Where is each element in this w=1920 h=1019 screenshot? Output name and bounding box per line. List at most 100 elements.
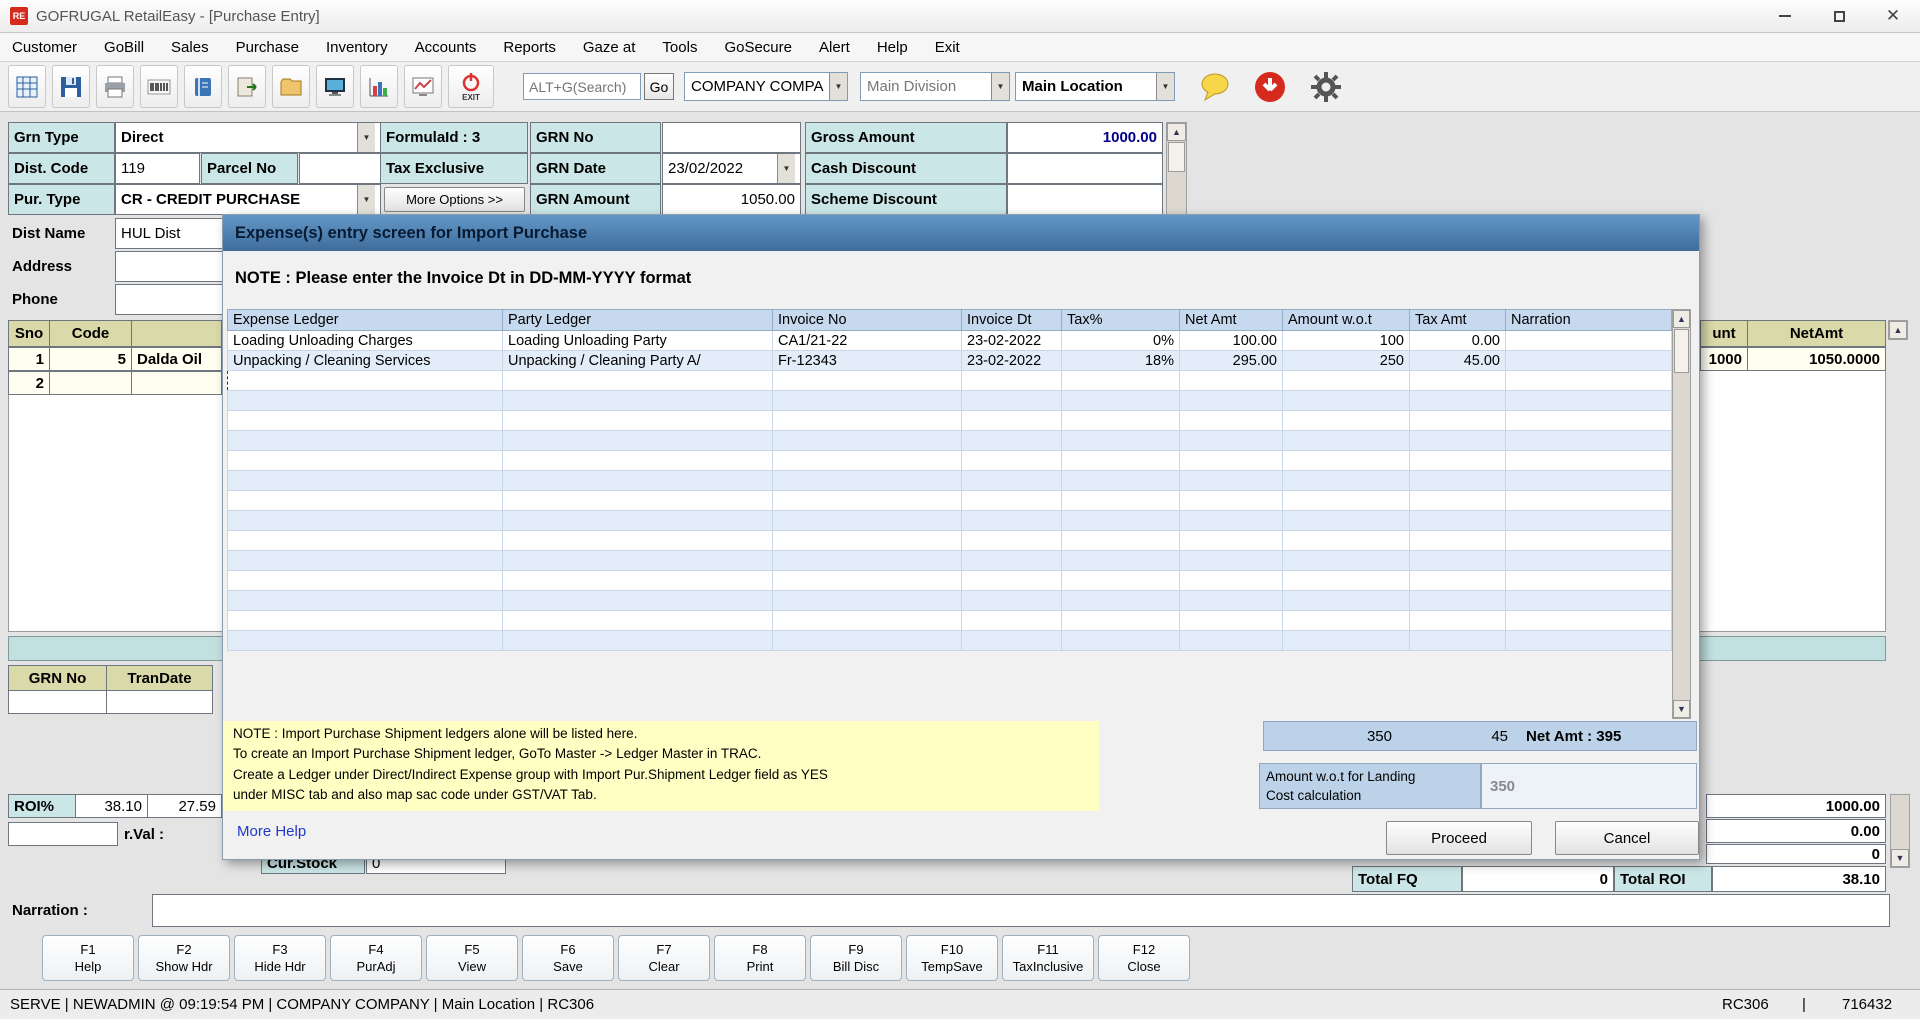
expense-empty-row[interactable] xyxy=(228,571,1672,591)
expense-empty-cell[interactable] xyxy=(503,451,773,471)
save-button[interactable] xyxy=(52,65,90,108)
expense-empty-cell[interactable] xyxy=(1062,431,1180,451)
expense-empty-cell[interactable] xyxy=(1062,631,1180,651)
go-button[interactable]: Go xyxy=(644,73,674,100)
lower-empty-input[interactable] xyxy=(8,822,118,846)
expense-empty-cell[interactable] xyxy=(1506,511,1672,531)
expense-empty-cell[interactable] xyxy=(773,511,962,531)
expense-empty-cell[interactable] xyxy=(1180,591,1283,611)
expense-empty-cell[interactable] xyxy=(962,591,1062,611)
expense-empty-cell[interactable] xyxy=(962,611,1062,631)
parcel-no-input[interactable] xyxy=(299,153,381,184)
expense-empty-cell[interactable] xyxy=(1180,371,1283,391)
expense-empty-cell[interactable] xyxy=(1283,531,1410,551)
ledger-button[interactable] xyxy=(8,65,46,108)
scroll-down-icon[interactable]: ▼ xyxy=(1891,849,1909,867)
expense-empty-cell[interactable] xyxy=(503,511,773,531)
expense-empty-cell[interactable] xyxy=(1062,491,1180,511)
expense-empty-cell[interactable] xyxy=(773,631,962,651)
expense-empty-cell[interactable] xyxy=(773,551,962,571)
net-amt-cell[interactable]: 295.00 xyxy=(1180,351,1283,371)
barcode-button[interactable] xyxy=(140,65,178,108)
expense-empty-cell[interactable] xyxy=(1283,571,1410,591)
expense-empty-cell[interactable] xyxy=(228,551,503,571)
expense-empty-cell[interactable] xyxy=(503,591,773,611)
update-button[interactable] xyxy=(1250,68,1290,106)
expense-empty-cell[interactable] xyxy=(962,411,1062,431)
fkey-close[interactable]: F12Close xyxy=(1098,935,1190,981)
expense-empty-cell[interactable] xyxy=(228,531,503,551)
menu-exit[interactable]: Exit xyxy=(935,39,960,56)
expense-empty-cell[interactable] xyxy=(228,451,503,471)
journal-button[interactable] xyxy=(184,65,222,108)
grn-type-select[interactable]: Direct▼ xyxy=(115,122,381,153)
company-select[interactable]: COMPANY COMPA▼ xyxy=(684,72,848,101)
expense-empty-cell[interactable] xyxy=(1283,511,1410,531)
expense-empty-cell[interactable] xyxy=(1410,431,1506,451)
expense-empty-cell[interactable] xyxy=(1283,471,1410,491)
expense-empty-cell[interactable] xyxy=(503,571,773,591)
item-row-code[interactable]: 5 xyxy=(49,347,132,371)
chat-button[interactable] xyxy=(1195,68,1235,106)
grn-history-cell[interactable] xyxy=(106,690,213,714)
expense-empty-cell[interactable] xyxy=(1506,611,1672,631)
expense-empty-row[interactable] xyxy=(228,451,1672,471)
focused-cell[interactable] xyxy=(228,371,503,391)
invoice-no-cell[interactable]: CA1/21-22 xyxy=(773,331,962,351)
fkey-help[interactable]: F1Help xyxy=(42,935,134,981)
menu-accounts[interactable]: Accounts xyxy=(415,39,477,56)
item-row-code[interactable] xyxy=(49,371,132,395)
expense-empty-cell[interactable] xyxy=(773,391,962,411)
fkey-bill-disc[interactable]: F9Bill Disc xyxy=(810,935,902,981)
narration-input[interactable] xyxy=(152,894,1890,927)
scrollbar-thumb[interactable] xyxy=(1168,142,1185,172)
expense-empty-cell[interactable] xyxy=(773,451,962,471)
expense-empty-row[interactable] xyxy=(228,411,1672,431)
expense-empty-cell[interactable] xyxy=(962,371,1062,391)
expense-empty-cell[interactable] xyxy=(503,471,773,491)
fkey-puradj[interactable]: F4PurAdj xyxy=(330,935,422,981)
item-row-name[interactable] xyxy=(131,371,222,395)
fkey-clear[interactable]: F7Clear xyxy=(618,935,710,981)
scheme-discount-value[interactable] xyxy=(1007,184,1163,215)
expense-row[interactable] xyxy=(228,371,1672,391)
expense-empty-cell[interactable] xyxy=(228,411,503,431)
fkey-tempsave[interactable]: F10TempSave xyxy=(906,935,998,981)
expense-empty-cell[interactable] xyxy=(1180,451,1283,471)
expense-empty-row[interactable] xyxy=(228,531,1672,551)
expense-empty-cell[interactable] xyxy=(228,491,503,511)
narration-cell[interactable] xyxy=(1506,351,1672,371)
expense-empty-cell[interactable] xyxy=(1062,391,1180,411)
expense-empty-cell[interactable] xyxy=(773,371,962,391)
expense-empty-cell[interactable] xyxy=(773,491,962,511)
narration-cell[interactable] xyxy=(1506,331,1672,351)
expense-empty-cell[interactable] xyxy=(1283,611,1410,631)
expense-empty-cell[interactable] xyxy=(1410,491,1506,511)
item-row-name[interactable]: Dalda Oil xyxy=(131,347,222,371)
grn-date-input[interactable]: 23/02/2022▼ xyxy=(662,153,801,184)
expense-empty-cell[interactable] xyxy=(962,391,1062,411)
expense-empty-cell[interactable] xyxy=(228,471,503,491)
expense-empty-cell[interactable] xyxy=(228,571,503,591)
expense-empty-cell[interactable] xyxy=(503,411,773,431)
more-options-button[interactable]: More Options >> xyxy=(384,187,525,212)
expense-empty-cell[interactable] xyxy=(962,631,1062,651)
menu-gaze-at[interactable]: Gaze at xyxy=(583,39,636,56)
expense-empty-cell[interactable] xyxy=(1062,371,1180,391)
expense-empty-cell[interactable] xyxy=(228,511,503,531)
expense-empty-cell[interactable] xyxy=(1283,551,1410,571)
landing-cost-input[interactable]: 350 xyxy=(1481,763,1697,809)
expense-empty-cell[interactable] xyxy=(503,431,773,451)
invoice-no-cell[interactable]: Fr-12343 xyxy=(773,351,962,371)
expense-empty-cell[interactable] xyxy=(1283,451,1410,471)
menu-help[interactable]: Help xyxy=(877,39,908,56)
expense-empty-cell[interactable] xyxy=(1283,491,1410,511)
invoice-dt-cell[interactable]: 23-02-2022 xyxy=(962,351,1062,371)
expense-empty-cell[interactable] xyxy=(1410,391,1506,411)
expense-ledger-cell[interactable]: Loading Unloading Charges xyxy=(228,331,503,351)
expense-empty-row[interactable] xyxy=(228,591,1672,611)
division-select[interactable]: Main Division▼ xyxy=(860,72,1010,101)
grn-history-cell[interactable] xyxy=(8,690,107,714)
print-button[interactable] xyxy=(96,65,134,108)
expense-empty-cell[interactable] xyxy=(1180,391,1283,411)
